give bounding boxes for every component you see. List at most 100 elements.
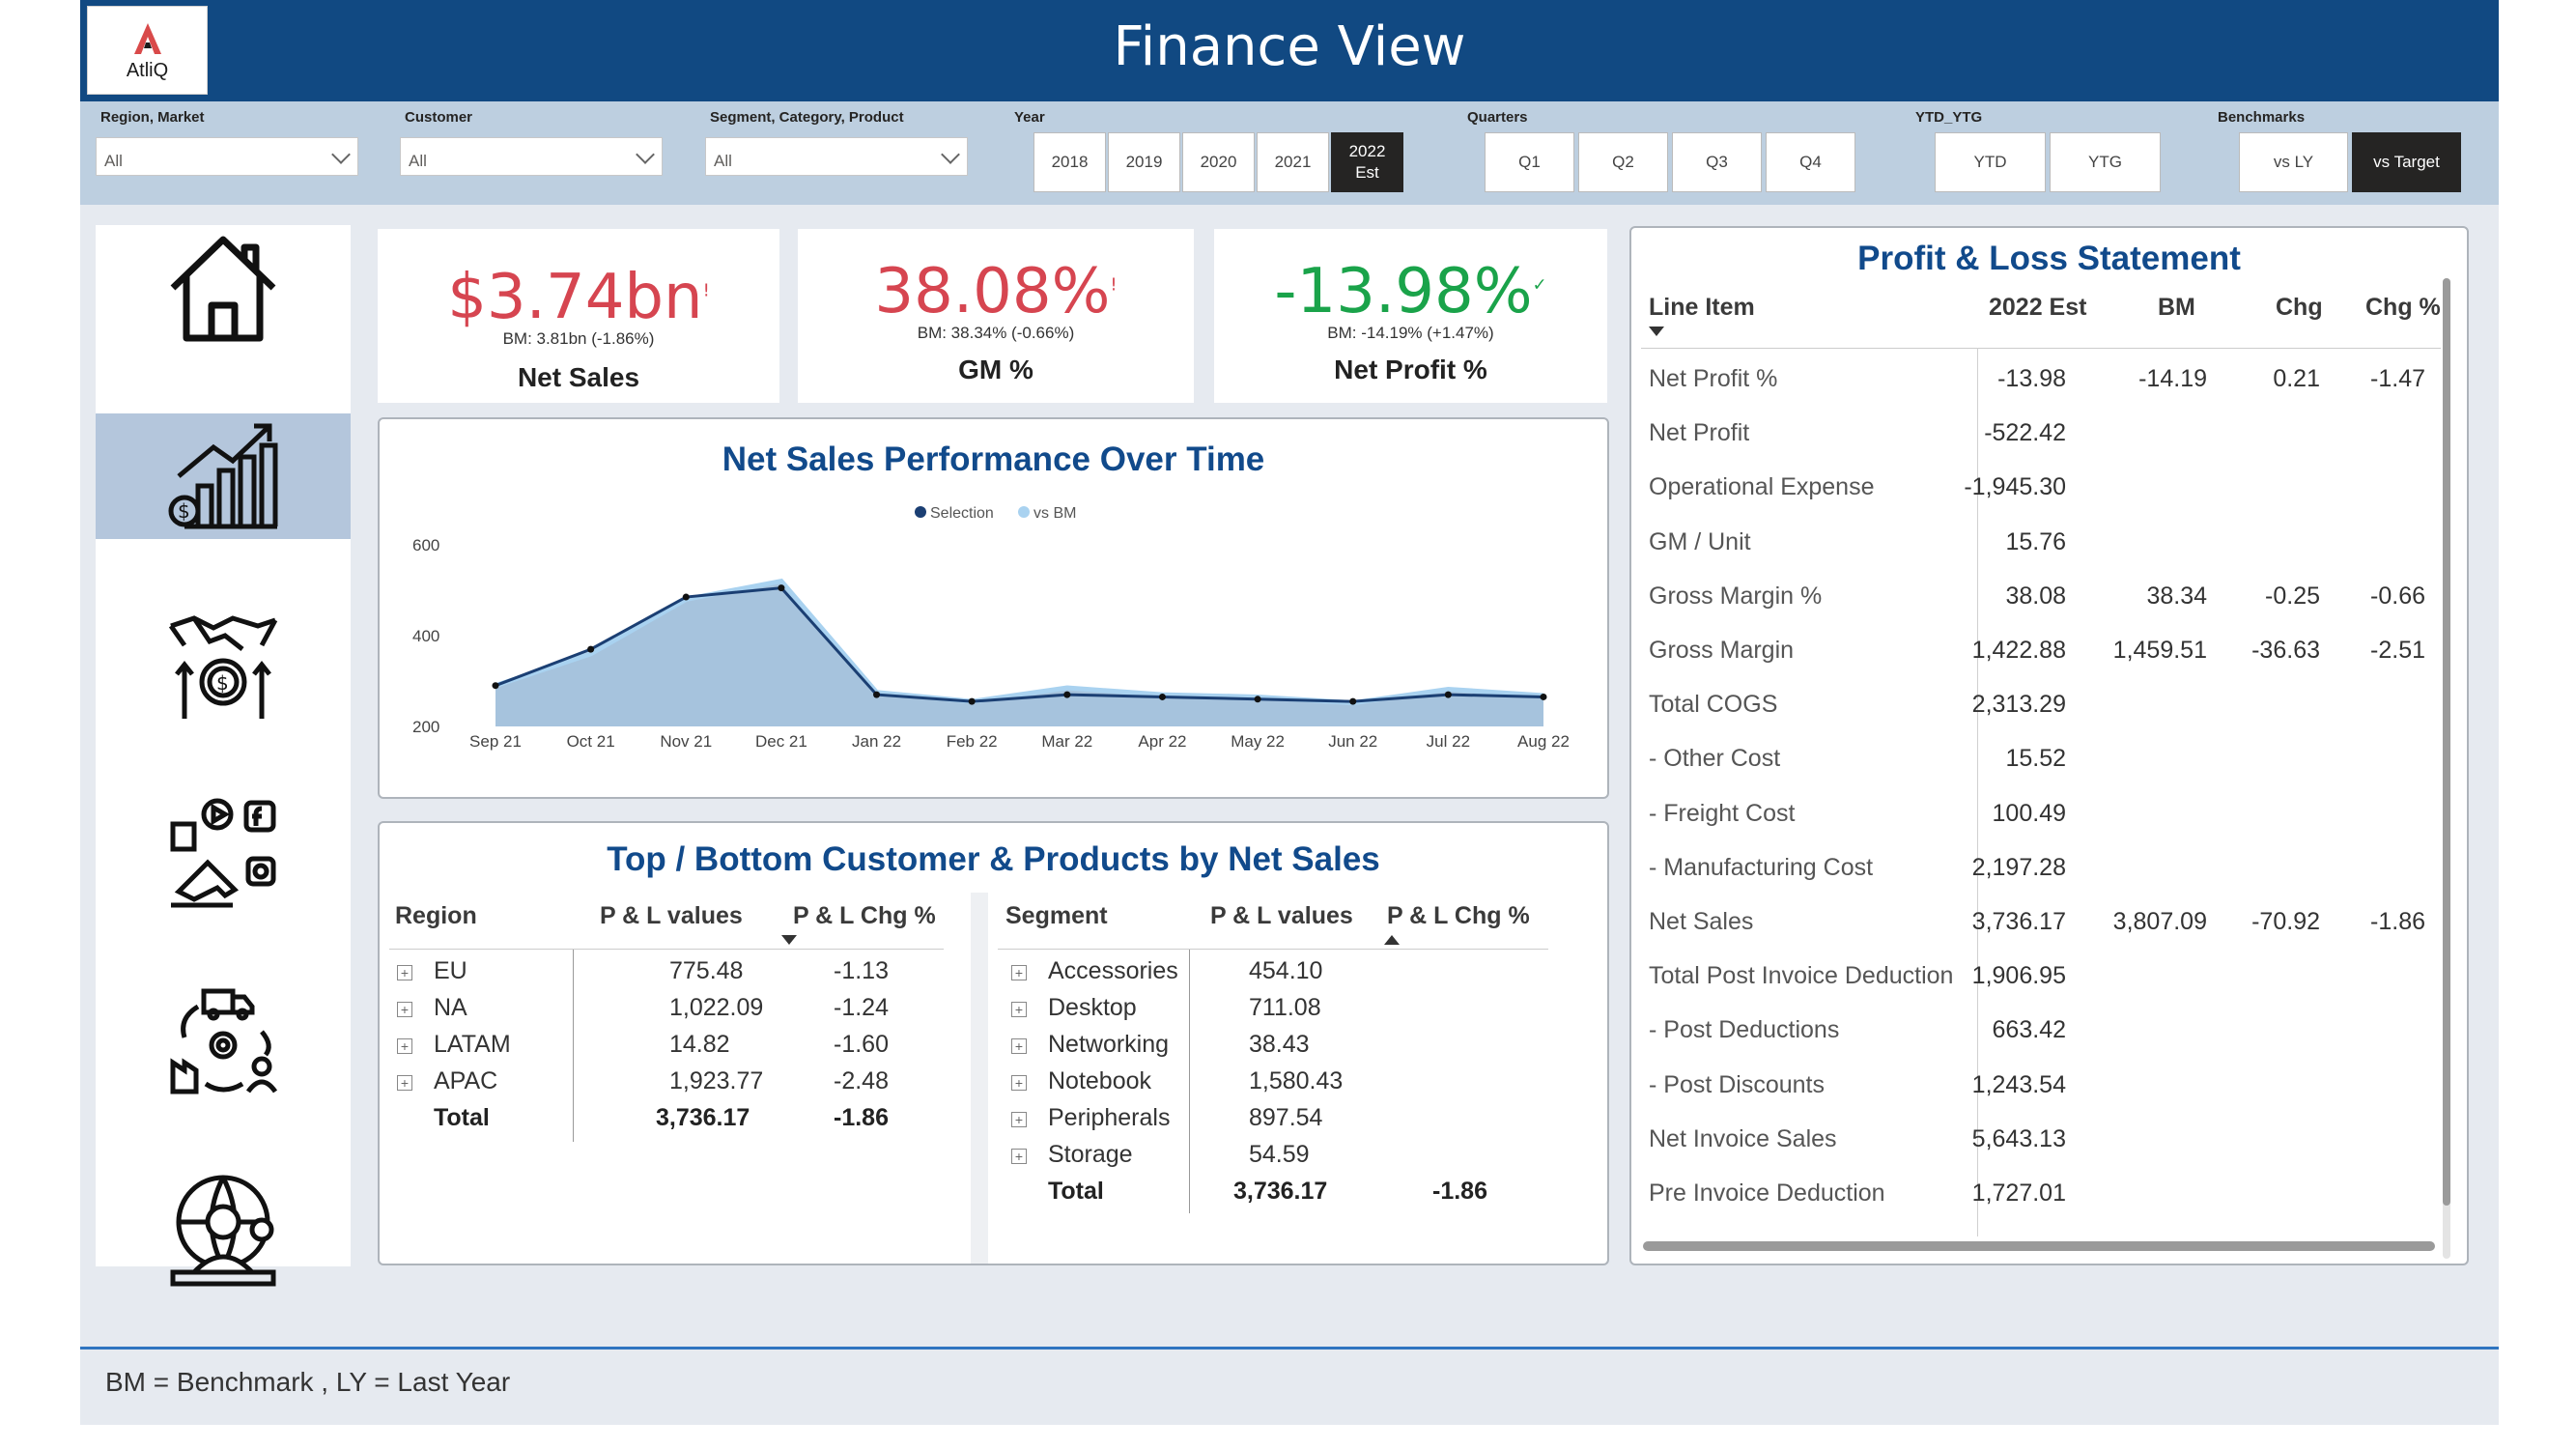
- pl-bm-value: 38.34: [2146, 582, 2207, 610]
- quarter-q3-button[interactable]: Q3: [1672, 132, 1762, 192]
- quarter-q1-button[interactable]: Q1: [1485, 132, 1574, 192]
- segment-pl-values-header[interactable]: P & L values: [1210, 902, 1353, 930]
- pl-line-item: Net Profit: [1649, 419, 1750, 447]
- segment-total-chg: -1.86: [1432, 1178, 1487, 1205]
- expand-icon[interactable]: +: [397, 1002, 412, 1017]
- selection-point: [873, 691, 881, 698]
- x-tick-label: Mar 22: [1041, 732, 1092, 751]
- sort-desc-icon[interactable]: [781, 935, 797, 945]
- pl-est-value: 15.76: [2005, 527, 2066, 555]
- x-tick-label: Apr 22: [1138, 732, 1186, 751]
- bm-area: [495, 581, 1543, 726]
- navigation-panel: $ $: [96, 225, 351, 1287]
- nav-finance[interactable]: $: [96, 413, 351, 539]
- net-sales-label: Net Sales: [517, 362, 640, 392]
- pl-rows: Net Profit % -13.98 -14.19 0.21 -1.47 Net Pro…: [1631, 228, 2448, 1242]
- chevron-down-icon: [331, 145, 351, 164]
- expand-icon[interactable]: +: [1011, 965, 1027, 980]
- selection-point: [1540, 693, 1547, 700]
- selection-point: [1349, 697, 1357, 705]
- year-2018-button[interactable]: 2018: [1033, 132, 1106, 192]
- nav-home[interactable]: [96, 225, 351, 351]
- vs-ly-button[interactable]: vs LY: [2239, 132, 2348, 192]
- pl-line-item: Net Sales: [1649, 908, 1754, 935]
- nav-executive[interactable]: [96, 1167, 351, 1293]
- footer-divider: [80, 1347, 2499, 1350]
- customer-label: Customer: [405, 109, 473, 126]
- expand-icon[interactable]: +: [397, 1038, 412, 1054]
- region-value: 14.82: [669, 1031, 730, 1058]
- expand-icon[interactable]: +: [1011, 1075, 1027, 1091]
- segment-category-product-dropdown[interactable]: All: [705, 137, 968, 176]
- region-value: 775.48: [669, 957, 744, 984]
- pl-line-item: - Manufacturing Cost: [1649, 853, 1874, 881]
- pl-est-value: 100.49: [1992, 799, 2066, 827]
- net-sales-value: $3.74bn!: [378, 262, 779, 333]
- expand-icon[interactable]: +: [1011, 1112, 1027, 1127]
- region-value: 1,923.77: [669, 1067, 764, 1094]
- pl-vertical-scroll-thumb[interactable]: [2443, 278, 2450, 1206]
- sort-asc-icon[interactable]: [1384, 935, 1400, 945]
- pl-chg-value: 0.21: [2273, 365, 2320, 392]
- region-pl-values-header[interactable]: P & L values: [600, 902, 743, 930]
- pl-est-value: 1,727.01: [1971, 1179, 2066, 1207]
- net-profit-pct-value-text: -13.98%: [1274, 256, 1533, 327]
- pl-line-item: Gross Margin %: [1649, 582, 1823, 610]
- region-total-value: 3,736.17: [656, 1104, 750, 1131]
- region-total-chg: -1.86: [834, 1104, 889, 1131]
- net-sales-chart-panel: Net Sales Performance Over Time Selectio…: [378, 417, 1609, 799]
- vs-target-button[interactable]: vs Target: [2352, 132, 2461, 192]
- x-tick-label: Dec 21: [755, 732, 807, 751]
- pl-est-value: -522.42: [1984, 419, 2066, 447]
- pl-horizontal-scrollbar[interactable]: [1643, 1241, 2435, 1251]
- pl-est-value: 38.08: [2005, 582, 2066, 610]
- expand-icon[interactable]: +: [397, 1075, 412, 1091]
- expand-icon[interactable]: +: [397, 965, 412, 980]
- ytd-button[interactable]: YTD: [1935, 132, 2046, 192]
- net-profit-pct-benchmark: BM: -14.19% (+1.47%): [1327, 324, 1494, 342]
- pl-est-value: 1,422.88: [1971, 637, 2066, 664]
- check-mark-icon: ✓: [1532, 274, 1547, 296]
- pl-bm-value: 3,807.09: [2112, 908, 2207, 935]
- pl-est-value: 3,736.17: [1971, 908, 2066, 935]
- expand-icon[interactable]: +: [1011, 1149, 1027, 1164]
- expand-icon[interactable]: +: [1011, 1002, 1027, 1017]
- region-market-dropdown[interactable]: All: [96, 137, 358, 176]
- region-name: NA: [434, 994, 467, 1021]
- region-pl-chg-header[interactable]: P & L Chg %: [793, 902, 936, 930]
- year-2021-button[interactable]: 2021: [1257, 132, 1329, 192]
- footer-legend: BM = Benchmark , LY = Last Year: [105, 1367, 511, 1397]
- segment-name: Storage: [1048, 1141, 1133, 1168]
- year-2020-button[interactable]: 2020: [1182, 132, 1255, 192]
- table-gap: [971, 893, 988, 1264]
- pl-chg-pct-value: -1.86: [2370, 908, 2425, 935]
- legend-bm-label: vs BM: [1033, 505, 1076, 522]
- region-market-label: Region, Market: [100, 109, 205, 126]
- kpi-card-net-sales: $3.74bn! BM: 3.81bn (-1.86%) Net Sales: [378, 229, 779, 403]
- segment-header[interactable]: Segment: [1005, 902, 1108, 930]
- net-sales-value-text: $3.74bn: [447, 262, 703, 333]
- ytg-button[interactable]: YTG: [2050, 132, 2161, 192]
- pl-vertical-scrollbar[interactable]: [2443, 278, 2450, 1259]
- nav-marketing[interactable]: [96, 790, 351, 916]
- pl-line-item: Operational Expense: [1649, 473, 1875, 501]
- region-header[interactable]: Region: [395, 902, 477, 930]
- segment-pl-chg-header[interactable]: P & L Chg %: [1387, 902, 1530, 930]
- nav-supply-chain[interactable]: [96, 979, 351, 1104]
- gm-pct-benchmark: BM: 38.34% (-0.66%): [917, 324, 1075, 342]
- top-bottom-title: Top / Bottom Customer & Products by Net …: [607, 840, 1380, 878]
- x-tick-label: Jun 22: [1328, 732, 1377, 751]
- quarter-q4-button[interactable]: Q4: [1766, 132, 1855, 192]
- legend-bm-marker: [1018, 506, 1030, 518]
- y-tick-label: 200: [412, 718, 439, 736]
- net-sales-area-chart[interactable]: Selection vs BM 600 400 200 Sep 21 Oct 21 Nov 2…: [380, 419, 1607, 797]
- year-2022-est-button[interactable]: 2022 Est: [1331, 132, 1403, 192]
- quarter-q2-button[interactable]: Q2: [1578, 132, 1668, 192]
- year-2019-button[interactable]: 2019: [1108, 132, 1180, 192]
- segment-total-value: 3,736.17: [1233, 1178, 1328, 1205]
- selection-point: [1063, 691, 1071, 698]
- customer-dropdown[interactable]: All: [400, 137, 663, 176]
- expand-icon[interactable]: +: [1011, 1038, 1027, 1054]
- nav-sales[interactable]: $: [96, 602, 351, 727]
- region-chg: -2.48: [834, 1067, 889, 1094]
